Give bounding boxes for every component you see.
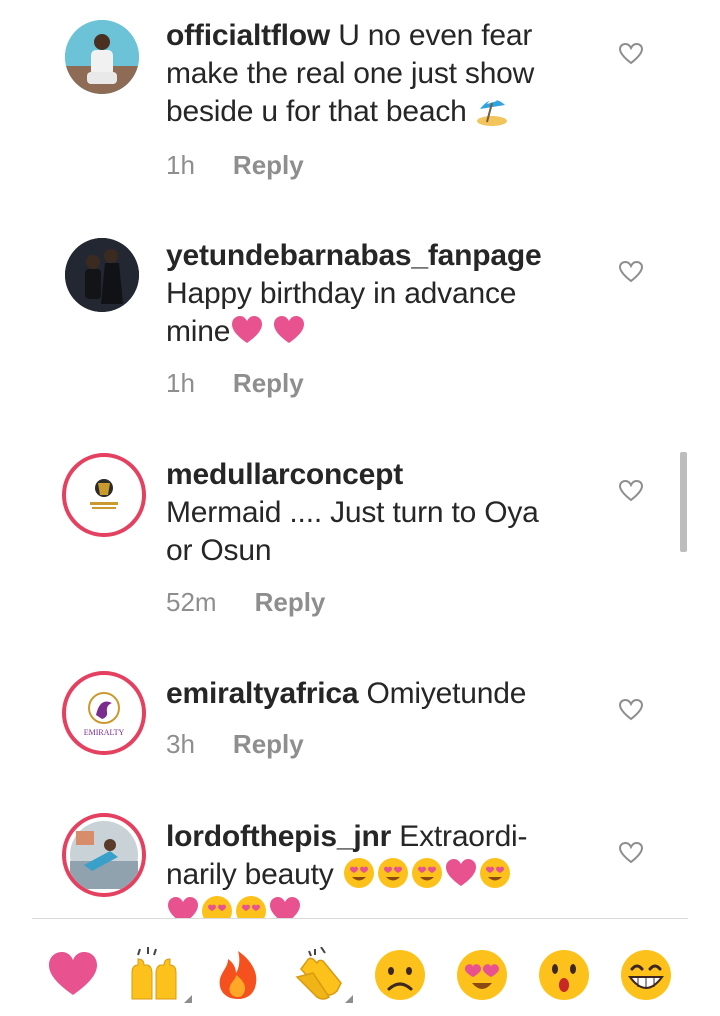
reply-button[interactable]: Reply [233, 368, 304, 398]
comment-overflow-emoji-row [166, 894, 366, 918]
avatar-logo: EMIRALTY [70, 679, 138, 747]
like-heart-icon[interactable] [618, 840, 644, 866]
pink-heart-icon [270, 897, 300, 918]
avatar-photo [70, 821, 138, 889]
avatar[interactable] [65, 20, 139, 94]
comment-line: narily beauty [166, 858, 334, 891]
skin-tone-indicator [345, 995, 353, 1003]
heart-eyes-icon [479, 858, 510, 888]
comment-username[interactable]: lordofthepis_jnr [166, 820, 391, 853]
avatar[interactable]: EMIRALTY [62, 671, 146, 755]
comment-username[interactable]: medullarconcept [166, 458, 403, 491]
reply-button[interactable]: Reply [233, 729, 304, 759]
comment-line: Omiyetunde [366, 677, 527, 710]
emoji-quick-bar [0, 919, 720, 1016]
like-heart-icon[interactable] [618, 697, 644, 723]
pink-heart-icon [168, 897, 198, 918]
comment-text: lordofthepis_jnr Extraordi- narily beaut… [166, 818, 596, 894]
avatar-photo [65, 238, 139, 312]
comment-username[interactable]: emiraltyafrica [166, 677, 359, 710]
scrollbar-thumb[interactable] [680, 452, 687, 552]
comment-line: or Osun [166, 534, 272, 567]
pink-heart-icon [445, 859, 476, 886]
heart-eyes-icon [236, 896, 266, 918]
skin-tone-indicator [184, 995, 192, 1003]
avatar-photo [65, 20, 139, 94]
comment-username[interactable]: officialtflow [166, 19, 330, 52]
avatar-logo-text: EMIRALTY [84, 728, 125, 737]
pink-heart-icon [274, 316, 305, 343]
avatar[interactable] [62, 813, 146, 897]
heart-eyes-emoji-key[interactable] [454, 947, 510, 1003]
comment-line: Extraordi- [399, 820, 528, 853]
comment-time: 52m [166, 587, 217, 617]
comment-time: 3h [166, 729, 195, 759]
avatar[interactable] [62, 453, 146, 537]
heart-eyes-icon [411, 858, 442, 888]
comment-time: 1h [166, 368, 195, 398]
comment-username[interactable]: yetundebarnabas_fanpage [166, 239, 542, 272]
comment-line: Mermaid .... Just turn to Oya [166, 496, 539, 529]
raised-hands-emoji-key[interactable] [126, 947, 182, 1003]
like-heart-icon[interactable] [618, 478, 644, 504]
comment-time: 1h [166, 150, 195, 180]
comment-line: U no even fear [338, 19, 533, 52]
comment-meta: 1h Reply [166, 150, 304, 181]
comment-text: yetundebarnabas_fanpage Happy birthday i… [166, 237, 596, 351]
comment-line: Happy birthday in advance [166, 277, 517, 310]
comment-meta: 3h Reply [166, 729, 304, 760]
heart-eyes-icon [377, 858, 408, 888]
frowning-face-emoji-key[interactable] [372, 947, 428, 1003]
avatar-logo [70, 461, 138, 529]
comment-text: emiraltyafrica Omiyetunde [166, 675, 596, 713]
reply-button[interactable]: Reply [255, 587, 326, 617]
heart-eyes-icon [343, 858, 374, 888]
avatar[interactable] [65, 238, 139, 312]
grinning-face-emoji-key[interactable] [618, 947, 674, 1003]
astonished-face-emoji-key[interactable] [536, 947, 592, 1003]
heart-emoji-key[interactable] [45, 947, 101, 1003]
comment-text: medullarconcept Mermaid .... Just turn t… [166, 456, 596, 570]
reply-button[interactable]: Reply [233, 150, 304, 180]
clapping-hands-emoji-key[interactable] [291, 947, 347, 1003]
comment-line: beside u for that beach [166, 95, 467, 128]
comment-text: officialtflow U no even fear make the re… [166, 17, 596, 131]
comment-meta: 52m Reply [166, 587, 325, 618]
comment-meta: 1h Reply [166, 368, 304, 399]
pink-heart-icon [232, 316, 263, 343]
comment-line: mine [166, 315, 231, 348]
heart-eyes-icon [202, 896, 232, 918]
fire-emoji-key[interactable] [210, 947, 266, 1003]
beach-umbrella-icon [476, 99, 507, 126]
like-heart-icon[interactable] [618, 259, 644, 285]
comment-line: make the real one just show [166, 57, 535, 90]
like-heart-icon[interactable] [618, 41, 644, 67]
